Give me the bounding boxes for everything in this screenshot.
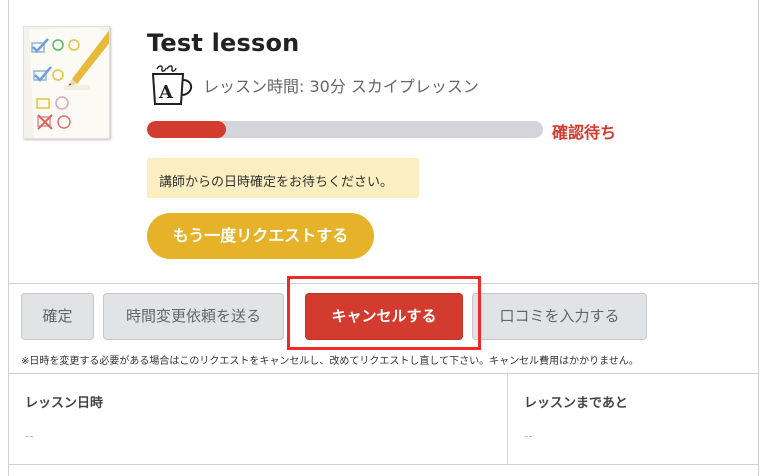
bottom-divider [9,464,758,465]
reschedule-request-button[interactable]: 時間変更依頼を送る [103,293,284,340]
notice-box: 講師からの日時確定をお待ちください。 [147,158,419,198]
lesson-datetime-value: -- [25,429,34,443]
rerequest-button[interactable]: もう一度リクエストする [147,213,374,259]
progress-fill [147,121,227,138]
status-label: 確認待ち [552,123,617,142]
details-column-divider [507,373,508,464]
progress-bar [147,121,543,138]
confirm-button[interactable]: 確定 [21,293,94,340]
lesson-summary: Test lesson A レッスン時間: 30分 スカイプレッスン 確認待ち … [9,0,758,283]
time-remaining-value: -- [524,429,533,443]
lesson-title: Test lesson [147,29,300,57]
details-divider [9,373,758,374]
disclaimer-note: ※日時を変更する必要がある場合はこのリクエストをキャンセルし、改めてリクエストし… [21,356,639,367]
quiz-sheet-image [24,27,109,138]
write-review-button[interactable]: 口コミを入力する [472,293,647,340]
coffee-mug-icon: A [151,65,193,105]
lesson-datetime-label: レッスン日時 [25,396,104,411]
lesson-thumbnail [23,26,110,139]
svg-text:A: A [158,82,174,103]
cancel-highlight-frame [287,276,481,350]
lesson-meta: レッスン時間: 30分 スカイプレッスン [203,77,479,96]
time-remaining-label: レッスンまであと [524,396,628,411]
lesson-card: Test lesson A レッスン時間: 30分 スカイプレッスン 確認待ち … [8,0,759,476]
